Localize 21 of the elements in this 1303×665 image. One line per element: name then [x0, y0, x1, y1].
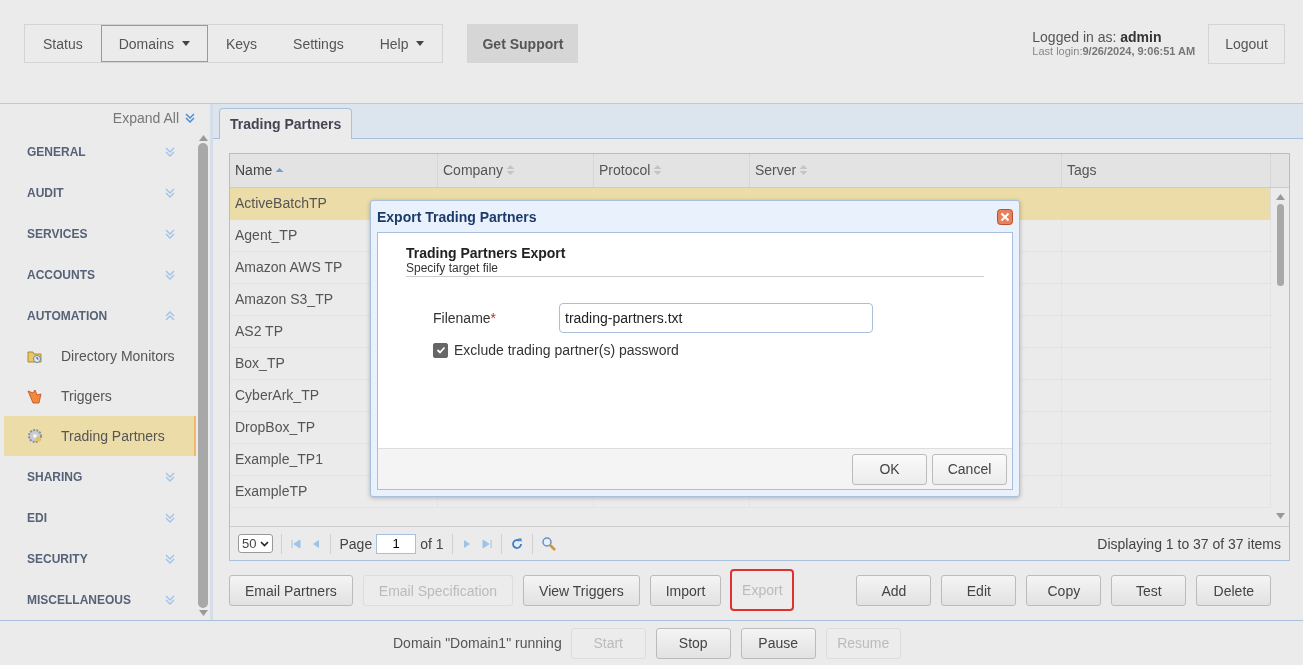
page-label: Page [339, 535, 373, 552]
table-cell: Agent_TP [235, 227, 298, 244]
table-cell: Amazon S3_TP [235, 291, 334, 308]
checkbox-label: Exclude trading partner(s) password [454, 342, 679, 358]
dialog-title: Export Trading Partners [377, 208, 537, 225]
table-cell: Example_TP1 [235, 451, 323, 468]
table-cell: DropBox_TP [235, 419, 316, 436]
page-summary: Displaying 1 to 37 of 37 items [1097, 535, 1281, 552]
table-cell: Box_TP [235, 355, 285, 372]
table-cell: CyberArk_TP [235, 387, 320, 404]
table-cell: ExampleTP [235, 483, 308, 500]
domain-status: Domain "Domain1" running [393, 635, 562, 651]
last-login: Last login:9/26/2024, 9:06:51 AM [1032, 45, 1196, 57]
dialog-subheading: Specify target file [406, 261, 500, 275]
table-cell: ActiveBatchTP [235, 195, 327, 212]
logged-in-user: Logged in as: admin [1032, 29, 1163, 45]
table-cell: AS2 TP [235, 323, 283, 340]
dialog-heading: Trading Partners Export [406, 245, 567, 261]
field-label: Filename* [433, 310, 498, 326]
page-count: of 1 [420, 535, 444, 552]
table-cell: Amazon AWS TP [235, 259, 343, 276]
